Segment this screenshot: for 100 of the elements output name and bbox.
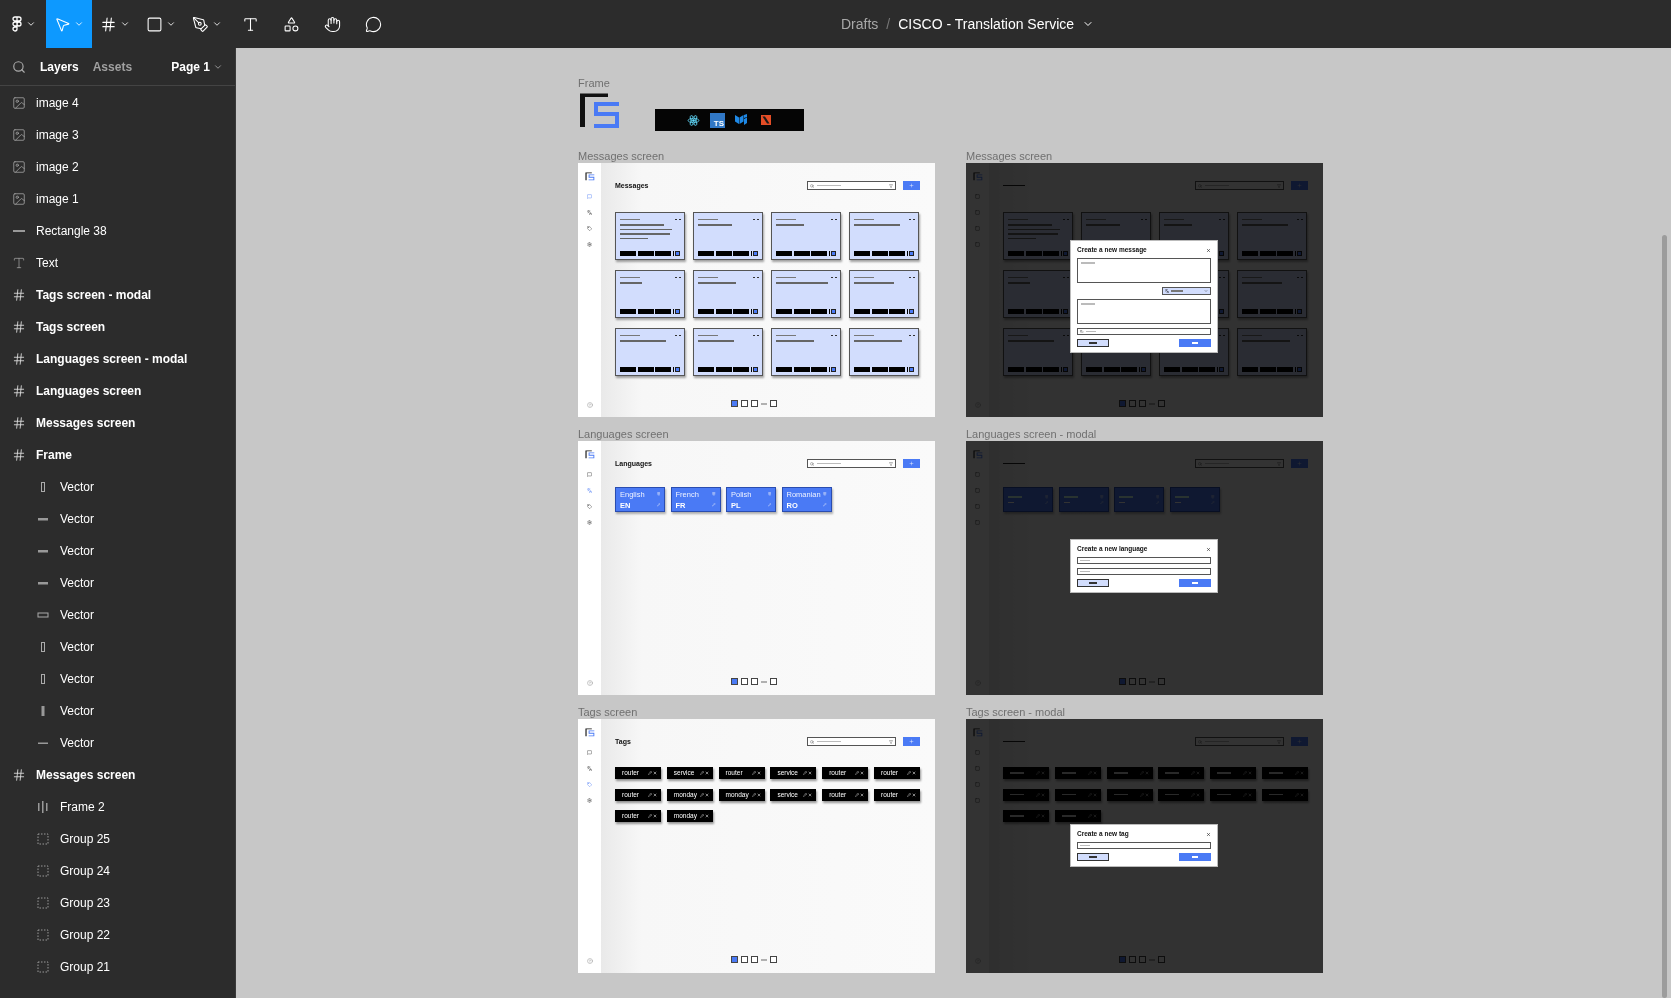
layer-item[interactable]: Rectangle 38	[0, 215, 235, 247]
message-card[interactable]	[693, 270, 763, 318]
message-card[interactable]	[771, 212, 841, 260]
edit-icon[interactable]	[648, 771, 652, 775]
layer-item[interactable]: Group 25	[0, 823, 235, 855]
page-button[interactable]	[730, 956, 738, 963]
tags-field[interactable]	[1077, 328, 1211, 335]
cancel-button[interactable]	[1077, 579, 1109, 587]
tag-icon[interactable]	[587, 504, 592, 509]
edit-icon[interactable]	[648, 792, 652, 797]
edit-icon[interactable]	[699, 814, 704, 818]
message-card[interactable]	[771, 328, 841, 376]
edit-icon[interactable]	[907, 771, 911, 775]
remove-icon[interactable]	[860, 792, 865, 797]
text-area[interactable]	[1077, 258, 1211, 283]
layer-item[interactable]: Tags screen	[0, 311, 235, 343]
layer-item[interactable]: Vector	[0, 599, 235, 631]
figma-logo-icon[interactable]	[10, 16, 23, 32]
layer-item[interactable]: Messages screen	[0, 759, 235, 791]
page-button[interactable]	[730, 678, 738, 685]
close-icon[interactable]	[1206, 247, 1211, 253]
save-button[interactable]	[1179, 339, 1211, 347]
message-card[interactable]	[771, 270, 841, 318]
text-area[interactable]	[1077, 299, 1211, 324]
remove-icon[interactable]	[704, 792, 709, 797]
cancel-button[interactable]	[1077, 853, 1109, 861]
message-card[interactable]	[615, 270, 685, 318]
remove-icon[interactable]	[912, 771, 916, 775]
layer-item[interactable]: Messages screen	[0, 407, 235, 439]
page-button[interactable]	[740, 678, 748, 685]
layer-item[interactable]: Tags screen - modal	[0, 279, 235, 311]
remove-icon[interactable]	[912, 792, 916, 797]
close-icon[interactable]	[1206, 546, 1211, 552]
message-card[interactable]	[615, 328, 685, 376]
file-name-button[interactable]: CISCO - Translation Service	[898, 16, 1095, 32]
layer-item[interactable]: Vector	[0, 567, 235, 599]
input-field[interactable]	[1077, 557, 1211, 564]
language-select[interactable]	[1162, 287, 1211, 295]
edit-icon[interactable]	[803, 792, 808, 797]
layer-item[interactable]: Text	[0, 247, 235, 279]
search-field[interactable]	[807, 181, 896, 190]
page-button[interactable]	[730, 400, 738, 407]
save-button[interactable]	[1179, 853, 1211, 861]
layer-item[interactable]: Vector	[0, 535, 235, 567]
edit-icon[interactable]	[751, 792, 756, 797]
message-card[interactable]	[849, 212, 919, 260]
layer-item[interactable]: Languages screen	[0, 375, 235, 407]
page-button[interactable]	[740, 400, 748, 407]
layer-item[interactable]: image 1	[0, 183, 235, 215]
layer-item[interactable]: Group 21	[0, 951, 235, 983]
layer-item[interactable]: Frame	[0, 439, 235, 471]
edit-icon[interactable]	[855, 771, 860, 775]
search-field[interactable]	[807, 459, 896, 468]
page-button[interactable]	[750, 678, 758, 685]
edit-icon[interactable]	[699, 771, 704, 775]
layer-item[interactable]: image 2	[0, 151, 235, 183]
edit-icon[interactable]	[855, 792, 860, 797]
edit-icon[interactable]	[699, 792, 704, 797]
page-dropdown[interactable]: Page 1	[171, 59, 223, 74]
message-card[interactable]	[615, 212, 685, 260]
layer-item[interactable]: Vector	[0, 727, 235, 759]
layer-item[interactable]: Frame 2	[0, 791, 235, 823]
save-button[interactable]	[1179, 579, 1211, 587]
remove-icon[interactable]	[704, 771, 709, 775]
message-card[interactable]	[693, 212, 763, 260]
page-button[interactable]	[769, 400, 777, 407]
remove-icon[interactable]	[756, 792, 761, 797]
settings-icon[interactable]	[587, 798, 592, 803]
scrollbar[interactable]	[1662, 235, 1667, 998]
page-button[interactable]	[750, 400, 758, 407]
cancel-button[interactable]	[1077, 339, 1109, 347]
remove-icon[interactable]	[860, 771, 865, 775]
panel-tab[interactable]: Assets	[92, 59, 133, 74]
settings-icon[interactable]	[587, 242, 592, 247]
edit-icon[interactable]	[803, 771, 808, 775]
page-button[interactable]	[750, 956, 758, 963]
page-button[interactable]	[769, 678, 777, 685]
remove-icon[interactable]	[653, 792, 657, 797]
layer-item[interactable]: image 3	[0, 119, 235, 151]
remove-icon[interactable]	[653, 814, 657, 818]
edit-icon[interactable]	[648, 814, 652, 818]
input-field[interactable]	[1077, 842, 1211, 849]
message-card[interactable]	[693, 328, 763, 376]
layer-item[interactable]: Vector	[0, 663, 235, 695]
page-button[interactable]	[769, 956, 777, 963]
panel-tab[interactable]: Layers	[40, 59, 79, 74]
layer-item[interactable]: Group 23	[0, 887, 235, 919]
message-card[interactable]	[849, 270, 919, 318]
layer-item[interactable]: Group 24	[0, 855, 235, 887]
remove-icon[interactable]	[704, 814, 709, 818]
layer-item[interactable]: Vector	[0, 471, 235, 503]
settings-icon[interactable]	[587, 520, 592, 525]
layer-item[interactable]: image 4	[0, 87, 235, 119]
page-button[interactable]	[740, 956, 748, 963]
search-field[interactable]	[807, 737, 896, 746]
folder-link[interactable]: Drafts	[840, 16, 879, 32]
search-icon[interactable]	[12, 59, 26, 74]
translate-icon[interactable]	[587, 766, 592, 771]
message-card[interactable]	[849, 328, 919, 376]
remove-icon[interactable]	[653, 771, 657, 775]
